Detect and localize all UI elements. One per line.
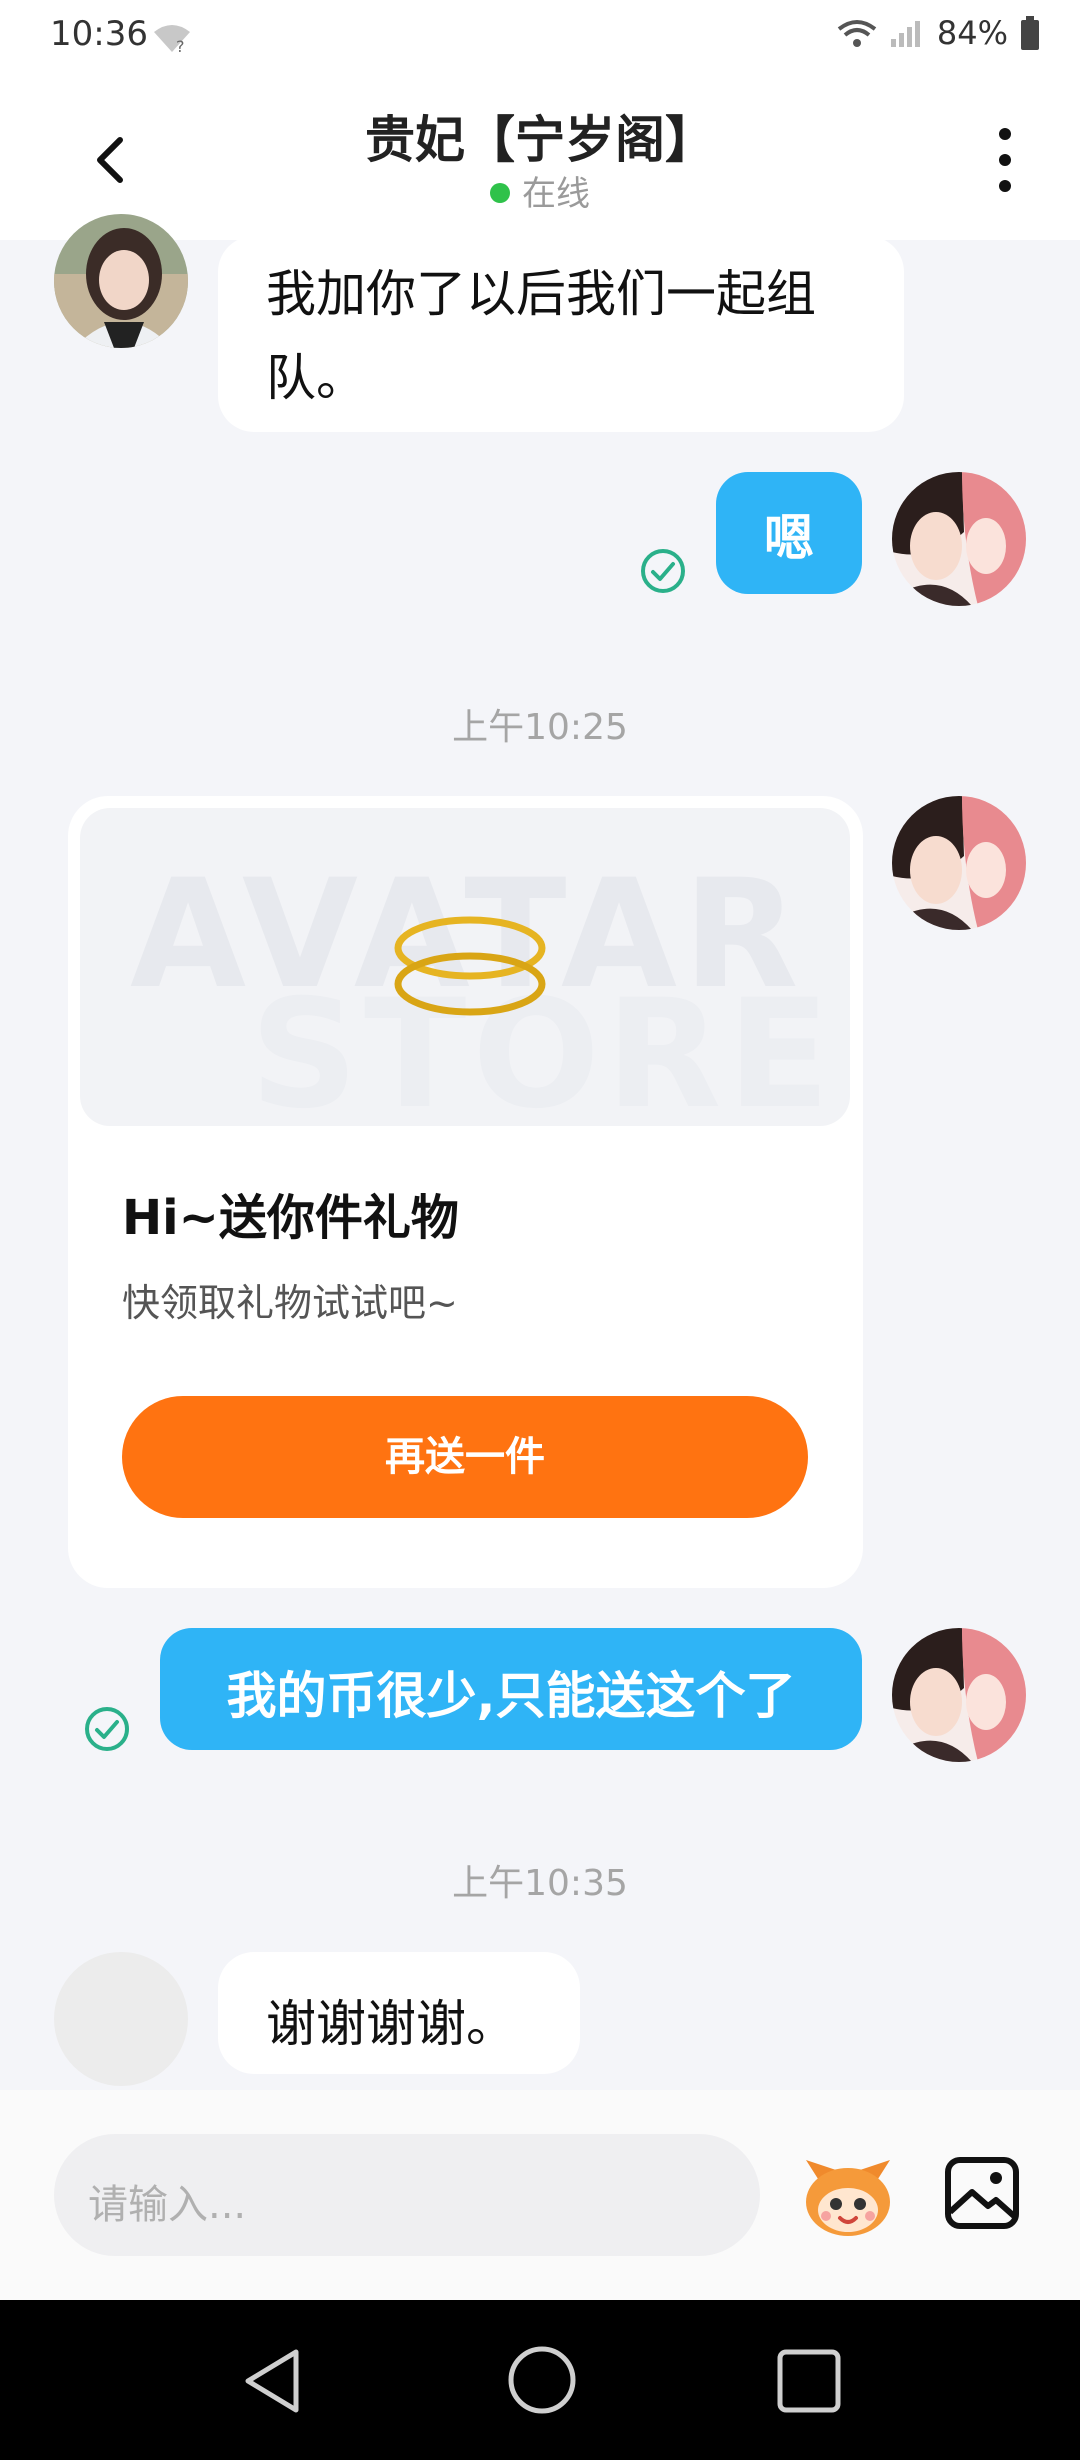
status-bar: 10:36 ? 84% bbox=[0, 0, 1080, 80]
gift-card-subtitle: 快领取礼物试试吧~ bbox=[122, 1281, 458, 1325]
system-nav-bar bbox=[0, 2300, 1080, 2460]
message-input[interactable]: 请输入... bbox=[54, 2134, 760, 2256]
message-text: 谢谢谢谢。 bbox=[266, 1995, 516, 2053]
battery-percent: 84% bbox=[936, 14, 1008, 52]
sent-check-icon bbox=[85, 1707, 129, 1751]
nav-recents-icon[interactable] bbox=[776, 2348, 842, 2414]
status-time: 10:36 bbox=[50, 14, 148, 54]
svg-text:?: ? bbox=[176, 37, 185, 54]
image-icon[interactable] bbox=[944, 2156, 1020, 2230]
message-bubble-received[interactable]: 谢谢谢谢。 bbox=[218, 1952, 580, 2074]
online-dot bbox=[490, 182, 510, 203]
more-icon[interactable] bbox=[990, 120, 1020, 200]
message-text: 嗯 bbox=[764, 509, 814, 567]
status-right: 84% bbox=[837, 14, 1040, 52]
battery-icon bbox=[1021, 16, 1039, 50]
my-avatar[interactable] bbox=[892, 472, 1026, 606]
online-label: 在线 bbox=[522, 174, 590, 214]
gift-card-title: Hi~送你件礼物 bbox=[122, 1190, 459, 1246]
timestamp: 上午10:25 bbox=[452, 707, 628, 748]
sent-check-icon bbox=[641, 549, 685, 593]
wifi-question-icon: ? bbox=[154, 25, 190, 54]
chat-title: 贵妃【宁岁阁】 bbox=[365, 111, 715, 169]
message-bubble-received[interactable]: 我加你了以后我们一起组队。 bbox=[218, 236, 904, 432]
ring-gift-icon bbox=[394, 916, 546, 1016]
gift-card[interactable]: AVATAR STORE Hi~送你件礼物 快领取礼物试试吧~ 再送一件 bbox=[68, 796, 863, 1588]
message-text: 我加你了以后我们一起组队。 bbox=[266, 265, 816, 407]
nav-back-icon[interactable] bbox=[240, 2346, 304, 2416]
wifi-icon bbox=[837, 20, 877, 47]
mascot-emoji-icon[interactable] bbox=[800, 2152, 896, 2240]
send-another-button[interactable]: 再送一件 bbox=[122, 1396, 808, 1518]
timestamp: 上午10:35 bbox=[452, 1863, 628, 1904]
my-avatar[interactable] bbox=[892, 1628, 1026, 1762]
gift-image: AVATAR STORE bbox=[80, 808, 850, 1126]
my-avatar[interactable] bbox=[892, 796, 1026, 930]
contact-avatar-placeholder[interactable] bbox=[54, 1952, 188, 2086]
message-text: 我的币很少,只能送这个了 bbox=[226, 1667, 796, 1725]
input-bar: 请输入... bbox=[0, 2090, 1080, 2300]
message-bubble-sent[interactable]: 我的币很少,只能送这个了 bbox=[160, 1628, 862, 1750]
input-placeholder: 请输入... bbox=[88, 2182, 247, 2228]
online-status: 在线 bbox=[0, 166, 1080, 215]
chat-header: 贵妃【宁岁阁】 在线 bbox=[0, 80, 1080, 240]
contact-avatar[interactable] bbox=[54, 214, 188, 348]
signal-icon bbox=[890, 21, 920, 47]
message-bubble-sent[interactable]: 嗯 bbox=[716, 472, 862, 594]
nav-home-icon[interactable] bbox=[506, 2344, 578, 2416]
